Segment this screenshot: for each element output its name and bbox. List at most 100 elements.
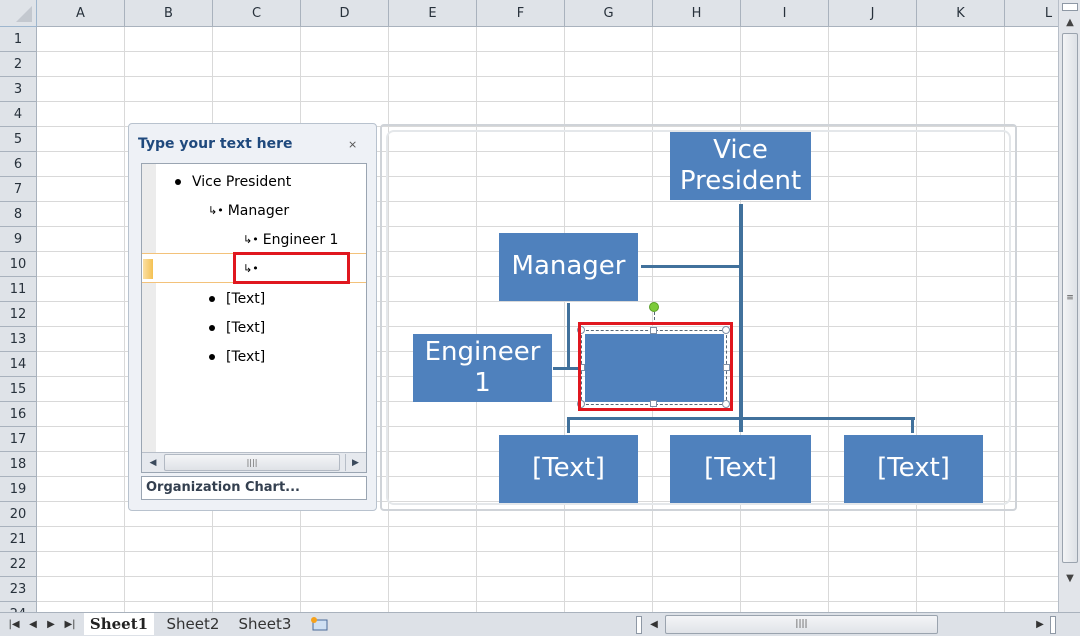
text-pane-title: Type your text here bbox=[138, 136, 293, 152]
highlight-box-chart bbox=[578, 322, 733, 411]
row-header-16[interactable]: 16 bbox=[0, 402, 37, 427]
scroll-left-icon[interactable]: ◀ bbox=[143, 454, 163, 471]
scroll-right-icon[interactable]: ▶ bbox=[1033, 617, 1047, 631]
column-header-B[interactable]: B bbox=[125, 0, 213, 27]
insert-sheet-icon[interactable] bbox=[308, 616, 330, 632]
scroll-left-icon[interactable]: ◀ bbox=[647, 617, 661, 631]
text-pane-gutter bbox=[142, 164, 156, 452]
column-header-I[interactable]: I bbox=[741, 0, 829, 27]
text-pane-horizontal-scrollbar[interactable]: ◀ |||| ▶ bbox=[142, 452, 366, 472]
select-all-corner[interactable] bbox=[0, 0, 37, 27]
column-header-C[interactable]: C bbox=[213, 0, 301, 27]
row-header-11[interactable]: 11 bbox=[0, 277, 37, 302]
row-header-21[interactable]: 21 bbox=[0, 527, 37, 552]
split-box-vertical[interactable] bbox=[1062, 3, 1078, 11]
org-node-vice-president[interactable]: Vice President bbox=[670, 132, 811, 200]
organization-chart-link[interactable]: Organization Chart... bbox=[141, 476, 367, 500]
row-header-17[interactable]: 17 bbox=[0, 427, 37, 452]
gridline-horizontal bbox=[37, 101, 1058, 102]
row-header-19[interactable]: 19 bbox=[0, 477, 37, 502]
list-item-text: Engineer 1 bbox=[262, 231, 339, 248]
bullet-icon bbox=[209, 295, 215, 302]
close-icon[interactable]: ⨯ bbox=[348, 138, 357, 151]
row-header-9[interactable]: 9 bbox=[0, 227, 37, 252]
bullet-icon bbox=[175, 178, 181, 185]
vertical-scrollbar[interactable]: ▲ ≡ ▼ bbox=[1058, 0, 1080, 612]
list-item[interactable]: [Text] bbox=[209, 342, 265, 371]
next-sheet-icon[interactable]: ▶ bbox=[44, 617, 58, 631]
org-node-engineer-1[interactable]: Engineer 1 bbox=[413, 334, 552, 402]
bullet-icon bbox=[209, 324, 215, 331]
smartart-text-pane: Type your text here ⨯ Vice President ↳• M… bbox=[128, 123, 377, 511]
row-header-10[interactable]: 10 bbox=[0, 252, 37, 277]
column-header-L[interactable]: L bbox=[1005, 0, 1058, 27]
tab-sheet2[interactable]: Sheet2 bbox=[160, 613, 226, 635]
org-node-text-3[interactable]: [Text] bbox=[844, 435, 983, 503]
list-item[interactable]: Vice President bbox=[175, 167, 291, 196]
list-item-text: Manager bbox=[227, 202, 290, 219]
row-header-20[interactable]: 20 bbox=[0, 502, 37, 527]
row-header-18[interactable]: 18 bbox=[0, 452, 37, 477]
bullet-icon bbox=[209, 353, 215, 360]
column-header-J[interactable]: J bbox=[829, 0, 917, 27]
split-box-horizontal[interactable] bbox=[1050, 616, 1056, 634]
row-header-8[interactable]: 8 bbox=[0, 202, 37, 227]
scroll-up-icon[interactable]: ▲ bbox=[1061, 14, 1079, 30]
row-header-24[interactable]: 24 bbox=[0, 602, 37, 612]
connector-manager bbox=[641, 265, 741, 268]
column-header-D[interactable]: D bbox=[301, 0, 389, 27]
list-item[interactable]: [Text] bbox=[209, 313, 265, 342]
sub-bullet-icon: ↳• bbox=[208, 204, 224, 217]
connector-manager-down bbox=[567, 303, 570, 369]
row-header-14[interactable]: 14 bbox=[0, 352, 37, 377]
org-node-text-1[interactable]: [Text] bbox=[499, 435, 638, 503]
text-pane-list[interactable]: Vice President ↳• Manager ↳• Engineer 1 ↳•… bbox=[141, 163, 367, 473]
row-header-2[interactable]: 2 bbox=[0, 52, 37, 77]
row-header-4[interactable]: 4 bbox=[0, 102, 37, 127]
column-header-F[interactable]: F bbox=[477, 0, 565, 27]
row-header-3[interactable]: 3 bbox=[0, 77, 37, 102]
list-item[interactable]: ↳• Engineer 1 bbox=[243, 225, 338, 254]
gridline-horizontal bbox=[37, 551, 1058, 552]
gridline-vertical bbox=[124, 27, 125, 612]
list-item[interactable]: [Text] bbox=[209, 284, 265, 313]
column-header-E[interactable]: E bbox=[389, 0, 477, 27]
row-header-6[interactable]: 6 bbox=[0, 152, 37, 177]
org-node-manager[interactable]: Manager bbox=[499, 233, 638, 301]
row-header-22[interactable]: 22 bbox=[0, 552, 37, 577]
rotate-handle[interactable] bbox=[649, 302, 659, 312]
row-header-15[interactable]: 15 bbox=[0, 377, 37, 402]
column-header-K[interactable]: K bbox=[917, 0, 1005, 27]
row-header-12[interactable]: 12 bbox=[0, 302, 37, 327]
scroll-thumb[interactable]: |||| bbox=[164, 454, 340, 471]
row-header-7[interactable]: 7 bbox=[0, 177, 37, 202]
row-header-23[interactable]: 23 bbox=[0, 577, 37, 602]
gridline-horizontal bbox=[37, 526, 1058, 527]
first-sheet-icon[interactable]: |◀ bbox=[7, 617, 21, 631]
selection-grip bbox=[143, 259, 153, 279]
vertical-scroll-thumb[interactable]: ≡ bbox=[1062, 33, 1078, 563]
prev-sheet-icon[interactable]: ◀ bbox=[26, 617, 40, 631]
scroll-down-icon[interactable]: ▼ bbox=[1061, 570, 1079, 586]
gridline-horizontal bbox=[37, 51, 1058, 52]
connector-text1 bbox=[567, 417, 570, 433]
list-item-text: [Text] bbox=[226, 319, 266, 336]
horizontal-scroll-thumb[interactable]: |||| bbox=[665, 615, 938, 634]
column-header-G[interactable]: G bbox=[565, 0, 653, 27]
row-header-1[interactable]: 1 bbox=[0, 27, 37, 52]
scroll-right-icon[interactable]: ▶ bbox=[345, 454, 365, 471]
row-header-13[interactable]: 13 bbox=[0, 327, 37, 352]
connector-vp-vertical bbox=[739, 204, 743, 432]
column-header-H[interactable]: H bbox=[653, 0, 741, 27]
sheet-tab-bar: |◀ ◀ ▶ ▶| Sheet1 Sheet2 Sheet3 ◀ |||| ▶ bbox=[0, 612, 1080, 636]
column-header-A[interactable]: A bbox=[37, 0, 125, 27]
org-node-text-2[interactable]: [Text] bbox=[670, 435, 811, 503]
tab-sheet3[interactable]: Sheet3 bbox=[232, 613, 298, 635]
tab-sheet1[interactable]: Sheet1 bbox=[84, 613, 154, 635]
list-item[interactable]: ↳• Manager bbox=[208, 196, 289, 225]
split-handle-tabs[interactable] bbox=[636, 616, 642, 634]
row-header-5[interactable]: 5 bbox=[0, 127, 37, 152]
horizontal-scrollbar[interactable]: ◀ |||| ▶ bbox=[636, 614, 1058, 634]
connector-text3 bbox=[911, 417, 914, 433]
last-sheet-icon[interactable]: ▶| bbox=[63, 617, 77, 631]
